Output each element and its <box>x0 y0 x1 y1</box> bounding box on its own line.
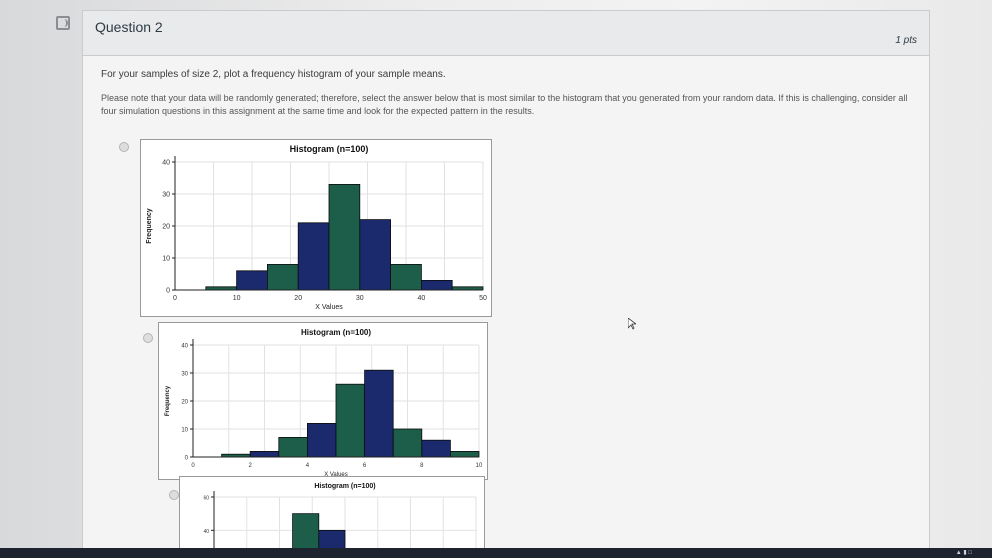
browser-page: Question 2 1 pts For your samples of siz… <box>0 0 992 557</box>
x-axis-label: X Values <box>315 304 343 311</box>
question-body: For your samples of size 2, plot a frequ… <box>101 69 911 118</box>
chart-title: Histogram (n=100) <box>314 483 375 490</box>
taskbar: ▲ ▮ □ <box>0 548 992 558</box>
question-title: Question 2 <box>95 19 163 35</box>
chart-title: Histogram (n=100) <box>301 328 371 337</box>
y-axis-label: Frequency <box>146 208 153 244</box>
y-tick-label: 10 <box>162 256 170 263</box>
x-tick-label: 10 <box>233 295 241 302</box>
histogram-bar <box>420 279 453 291</box>
answer-option-2-chart[interactable]: Histogram (n=100) 0 10 20 30 40 0 2 4 6 8 10 X Value… <box>158 322 488 480</box>
answer-option-1-radio[interactable] <box>119 142 129 152</box>
histogram-bar <box>306 423 337 458</box>
histogram-bar <box>267 264 299 291</box>
y-tick-label: 30 <box>162 192 170 199</box>
y-tick-label: 20 <box>181 400 188 406</box>
x-tick-label: 0 <box>173 295 177 302</box>
x-tick-label: 10 <box>476 463 483 469</box>
y-tick-label: 60 <box>203 496 209 502</box>
x-tick-label: 30 <box>356 295 364 302</box>
y-tick-label: 20 <box>162 224 170 231</box>
answer-option-1-chart[interactable]: Histogram (n=100) 0 10 20 30 40 0 10 20 30 40 50 X V… <box>140 139 492 317</box>
y-tick-label: 30 <box>181 372 188 378</box>
x-tick-label: 50 <box>479 295 487 302</box>
x-tick-label: 0 <box>191 463 195 469</box>
histogram-bar <box>364 369 394 458</box>
question-note: Please note that your data will be rando… <box>101 93 908 116</box>
bookmark-flag-icon[interactable] <box>56 16 70 30</box>
histogram-bar <box>359 219 392 291</box>
y-axis-label: Frequency <box>165 385 171 416</box>
histogram-bar <box>335 383 366 458</box>
histogram-bar <box>392 428 423 458</box>
question-header: Question 2 1 pts <box>83 11 929 56</box>
histogram-bar <box>421 439 451 458</box>
y-tick-label: 40 <box>162 160 170 167</box>
answer-option-3-radio[interactable] <box>169 490 179 500</box>
y-tick-label: 0 <box>185 456 189 462</box>
y-tick-label: 40 <box>203 529 209 535</box>
x-tick-label: 6 <box>363 463 367 469</box>
x-tick-label: 20 <box>294 295 302 302</box>
question-points: 1 pts <box>895 35 917 46</box>
histogram-bar <box>390 264 422 291</box>
histogram-bar <box>278 437 308 458</box>
x-tick-label: 8 <box>420 463 424 469</box>
histogram-bar <box>449 450 480 458</box>
y-tick-label: 0 <box>166 288 170 295</box>
histogram-bar <box>297 222 330 291</box>
histogram-chart-2: Histogram (n=100)0102030400 2 4 6 8 10X Value… <box>165 328 483 478</box>
histogram-bar <box>249 450 280 458</box>
answer-option-2-radio[interactable] <box>143 333 153 343</box>
system-tray-icons: ▲ ▮ □ <box>955 550 972 556</box>
x-tick-label: 4 <box>306 463 310 469</box>
histogram-chart-1: Histogram (n=100) 0 10 20 30 40 0 10 20 30 40 50 X V… <box>146 144 487 311</box>
chart-title: Histogram (n=100) <box>290 144 369 154</box>
y-tick-label: 40 <box>181 344 188 350</box>
question-prompt: For your samples of size 2, plot a frequ… <box>101 69 446 80</box>
answer-option-3-chart[interactable]: Histogram (n=100) 40 60 <box>179 476 485 557</box>
question-card: Question 2 1 pts For your samples of siz… <box>82 10 930 557</box>
histogram-bar <box>328 184 361 291</box>
histogram-chart-3: Histogram (n=100) 40 60 <box>203 483 477 557</box>
mouse-cursor-icon <box>628 318 636 330</box>
x-tick-label: 2 <box>249 463 253 469</box>
y-tick-label: 10 <box>181 428 188 434</box>
x-tick-label: 40 <box>418 295 426 302</box>
histogram-bar <box>236 270 268 291</box>
